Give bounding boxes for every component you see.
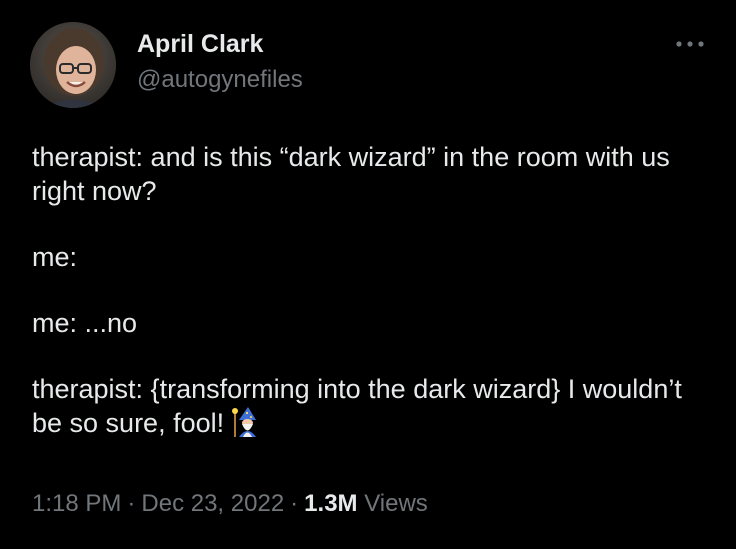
separator: · — [127, 490, 136, 517]
more-horizontal-icon — [676, 41, 704, 47]
more-options-button[interactable] — [670, 32, 710, 56]
tweet-date[interactable]: Dec 23, 2022 — [141, 490, 284, 517]
tweet-paragraph: me: — [32, 242, 78, 272]
views-count[interactable]: 1.3M — [304, 490, 357, 517]
profile-photo-avatar — [30, 22, 116, 108]
author-avatar[interactable] — [30, 22, 116, 108]
author-handle[interactable]: @autogynefiles — [137, 66, 303, 94]
tweet-paragraph-text: therapist: {transforming into the dark w… — [32, 374, 682, 438]
tweet-meta: 1:18 PM · Dec 23, 2022 · 1.3M Views — [32, 490, 428, 518]
tweet-time[interactable]: 1:18 PM — [32, 490, 121, 517]
tweet-paragraph-last: therapist: {transforming into the dark w… — [32, 372, 712, 446]
views-label: Views — [364, 490, 428, 517]
author-display-name[interactable]: April Clark — [137, 30, 263, 59]
tweet-paragraph: therapist: and is this “dark wizard” in … — [32, 142, 670, 206]
tweet-text: therapist: and is this “dark wizard” in … — [32, 140, 712, 446]
tweet: April Clark @autogynefiles therapist: an… — [0, 0, 736, 549]
tweet-paragraph: me: ...no — [32, 308, 138, 338]
wizard-emoji-icon — [230, 406, 260, 446]
separator: · — [290, 490, 299, 517]
